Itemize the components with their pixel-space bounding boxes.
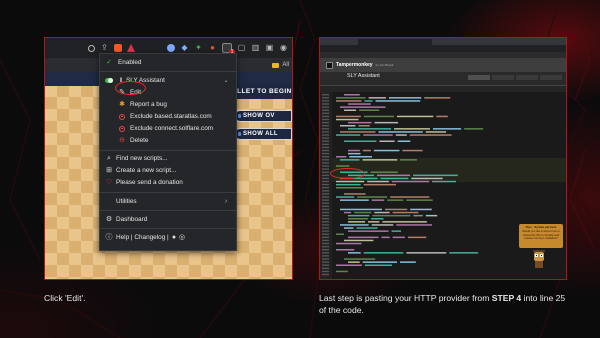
chevron-right-icon: › (224, 198, 228, 205)
bug-icon: ✱ (119, 101, 125, 108)
show-all-button[interactable]: SHOW ALL (234, 128, 292, 140)
ball-icon[interactable] (167, 44, 175, 52)
menu-utilities[interactable]: Utilities › (100, 196, 236, 207)
menu-dashboard[interactable]: ⚙ Dashboard (100, 214, 236, 225)
address-bar[interactable] (320, 45, 566, 52)
check-icon: ✓ (106, 59, 112, 66)
edit-highlight-circle (115, 81, 146, 95)
profile-icon[interactable]: ◉ (279, 44, 288, 53)
mascot-icon (533, 250, 545, 268)
tabs-icon[interactable]: ▢ (237, 44, 246, 53)
heart-icon: ♡ (105, 179, 113, 186)
triangle-icon[interactable] (127, 44, 135, 52)
github-icon[interactable]: ● (170, 234, 178, 242)
instagram-icon[interactable]: ◎ (178, 234, 186, 242)
menu-find-scripts[interactable]: ⌕ Find new scripts... (100, 153, 236, 164)
tip-popup: Tips - Syntax pal here Would you like to… (519, 224, 563, 248)
share-icon[interactable]: ⇪ (100, 44, 109, 53)
tab-settings[interactable] (492, 75, 514, 80)
tab-editor[interactable] (468, 75, 490, 80)
brave-icon[interactable] (114, 44, 122, 52)
tab-storage[interactable] (540, 75, 562, 80)
bookmarks-all-label[interactable]: All (282, 62, 289, 68)
code-lines (322, 94, 484, 276)
leaf-icon[interactable]: ✦ (194, 44, 203, 53)
menu-report-bug[interactable]: ✱ Report a bug (100, 99, 236, 110)
sidebar-icon[interactable]: ▥ (251, 44, 260, 53)
tampermonkey-brand: Tampermonkey (336, 62, 373, 68)
menu-enabled[interactable]: ✓ Enabled (100, 57, 236, 68)
menu-help[interactable]: ⓘ Help | Changelog | ● ◎ (100, 232, 236, 243)
info-icon: ⓘ (105, 234, 113, 241)
script-header: SLY Assistant (320, 72, 566, 86)
script-toggle[interactable] (105, 77, 113, 85)
search-icon[interactable] (88, 44, 95, 52)
search-icon: ⌕ (107, 155, 111, 162)
tampermonkey-menu: ✓ Enabled Ⅱ SLY Assistant ⌄ ✎ Edit ✱ Rep… (99, 53, 237, 251)
plus-square-icon: ⊞ (106, 167, 112, 174)
browser-tabs (320, 38, 566, 45)
puzzle-icon[interactable]: ● (208, 44, 217, 53)
code-editor[interactable] (320, 92, 566, 279)
tampermonkey-header: Tampermonkey by Jan Biniok (320, 58, 566, 72)
menu-delete[interactable]: ⊖ Delete (100, 135, 236, 146)
left-caption: Click 'Edit'. (44, 293, 86, 303)
menu-exclude-solflare[interactable]: Exclude connect.solflare.com (100, 123, 236, 134)
menu-exclude-staratlas[interactable]: Exclude based.staratlas.com (100, 111, 236, 122)
left-screenshot: ⇪ ◆ ✦ ● 1 ▢ ▥ ▣ ◉ All ALLET TO BEGIN SHO… (44, 37, 293, 280)
wallet-icon[interactable]: ▣ (265, 44, 274, 53)
tampermonkey-author: by Jan Biniok (375, 63, 394, 67)
menu-donate[interactable]: ♡ Please send a donation (100, 177, 236, 188)
editor-tabs (468, 75, 562, 80)
trash-icon: ⊖ (119, 137, 125, 144)
tampermonkey-icon[interactable]: 1 (222, 43, 235, 55)
show-overview-button[interactable]: SHOW OV (234, 110, 292, 122)
right-caption: Last step is pasting your HTTP provider … (319, 293, 566, 315)
tampermonkey-logo-icon (326, 61, 333, 69)
gear-icon: ⚙ (105, 216, 113, 223)
tip-body: Would you like to know how to customize … (522, 229, 560, 241)
line-25-highlight-circle (330, 168, 365, 179)
tab-externals[interactable] (516, 75, 538, 80)
folder-icon (272, 62, 280, 68)
script-name: SLY Assistant (347, 73, 380, 79)
minus-circle-icon (118, 113, 126, 121)
minus-circle-icon (118, 125, 126, 133)
bird-icon[interactable]: ◆ (180, 44, 189, 53)
right-screenshot: Tampermonkey by Jan Biniok SLY Assistant… (319, 37, 567, 280)
chevron-down-icon: ⌄ (223, 77, 229, 84)
menu-create-script[interactable]: ⊞ Create a new script... (100, 165, 236, 176)
